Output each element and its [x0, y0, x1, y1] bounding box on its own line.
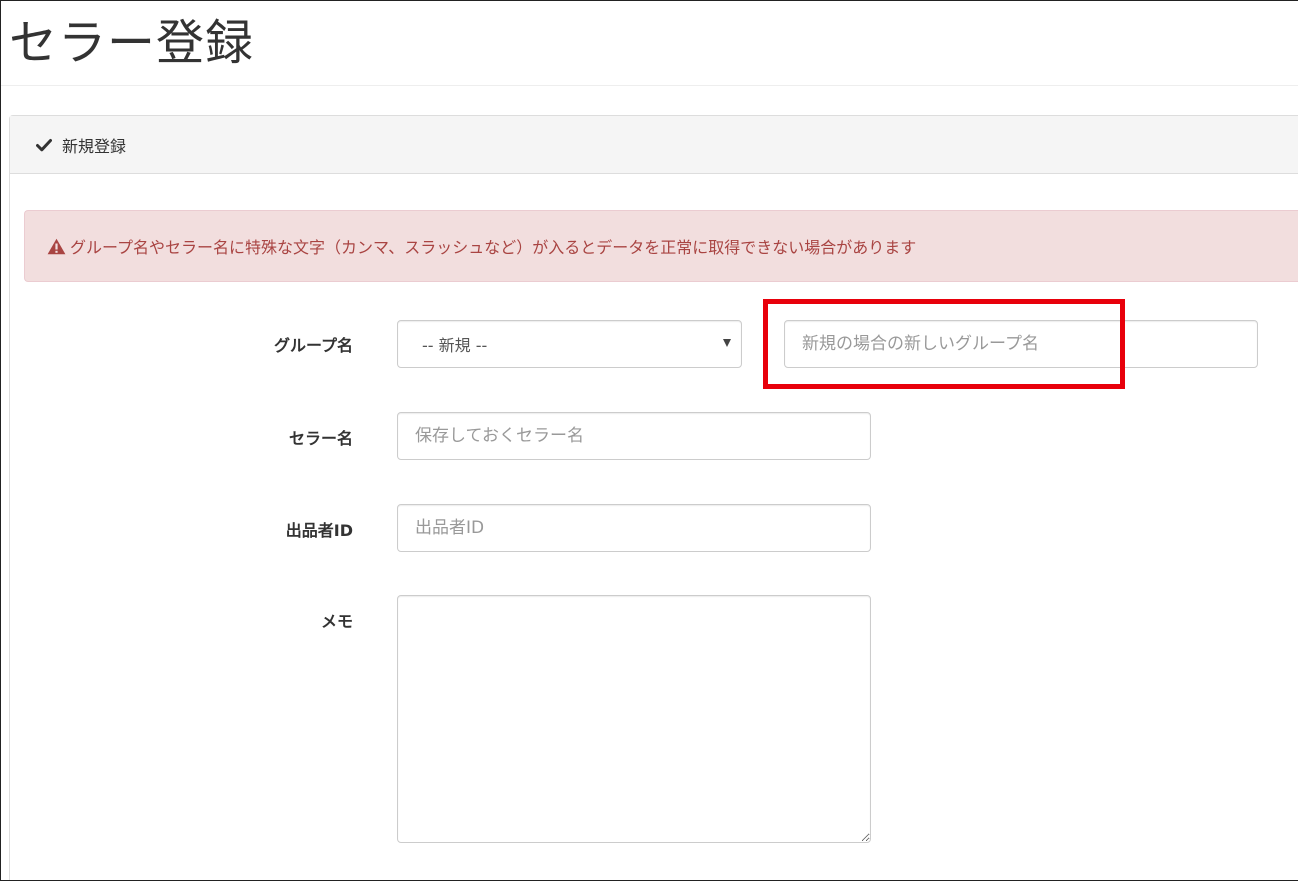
title-divider [1, 85, 1298, 86]
seller-name-label: セラー名 [288, 429, 353, 448]
new-group-name-input[interactable] [784, 320, 1258, 368]
group-select-value: -- 新規 -- [422, 336, 488, 355]
seller-id-label: 出品者ID [285, 521, 353, 540]
panel-heading-label: 新規登録 [62, 136, 127, 156]
memo-label: メモ [320, 612, 353, 631]
page-title: セラー登録 [9, 15, 255, 71]
group-name-label: グループ名 [273, 336, 353, 355]
seller-id-input[interactable] [397, 504, 871, 552]
page-frame: セラー登録 新規登録 グループ名やセラー名に特殊な文字（カンマ、スラッシュなど）… [0, 0, 1298, 881]
warning-alert: グループ名やセラー名に特殊な文字（カンマ、スラッシュなど）が入るとデータを正常に… [24, 210, 1298, 282]
panel-heading: 新規登録 [10, 116, 1298, 174]
memo-textarea[interactable] [397, 595, 871, 843]
seller-name-input[interactable] [397, 412, 871, 460]
check-icon [36, 138, 52, 151]
chevron-down-icon [723, 339, 731, 347]
group-select[interactable]: -- 新規 -- [397, 320, 742, 368]
warning-text: グループ名やセラー名に特殊な文字（カンマ、スラッシュなど）が入るとデータを正常に… [70, 238, 917, 257]
warning-icon [47, 238, 66, 254]
